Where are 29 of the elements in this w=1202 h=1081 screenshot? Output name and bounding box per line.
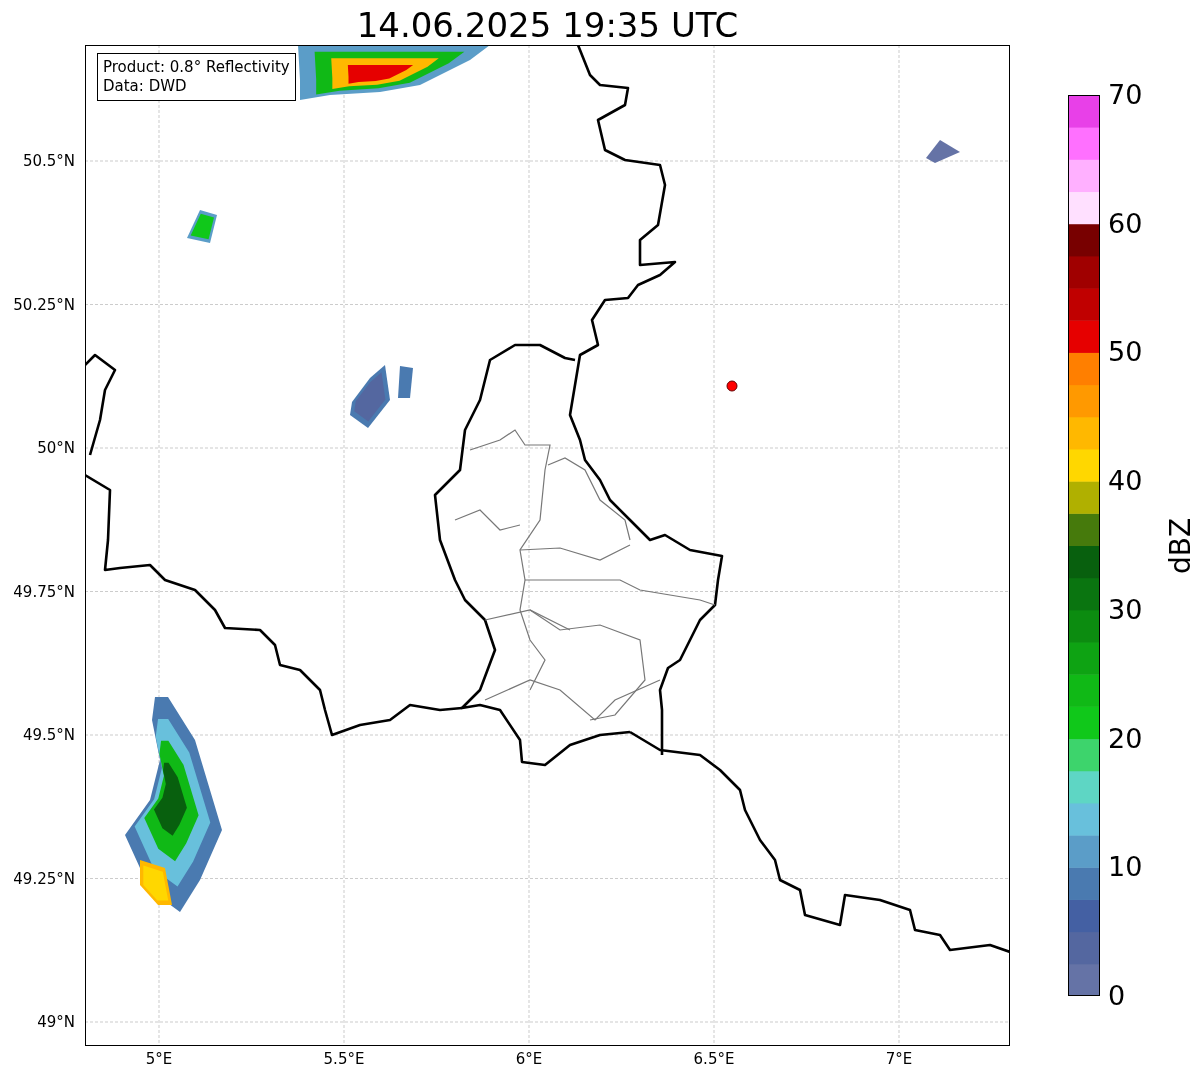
radar-echo [187,210,217,243]
colorbar-tick-label: 60 [1108,208,1143,239]
info-text: Product: 0.8° Reflectivity [103,58,290,77]
axis-label: 49.75°N [13,582,75,601]
colorbar-label: dBZ [1163,516,1198,577]
info-text: Data: DWD [103,77,188,96]
axis-label: 6°E [515,1050,543,1068]
colorbar-tick-label: 0 [1108,981,1126,1011]
axis-label: 6.5°E [693,1050,735,1068]
radar-echo [926,140,960,163]
axis-label: 49.5°N [22,726,75,744]
axis-label: 50°N [37,439,75,457]
radar-echo [350,365,390,428]
colorbar-tick-label: 30 [1108,594,1143,625]
axis-label: 49.25°N [13,869,75,888]
colorbar-tick-label: 40 [1108,466,1143,497]
axis-label: 50.5°N [22,152,75,170]
axis-label: 49°N [37,1013,75,1031]
chart-title: 14.06.2025 19:35 UTC [355,4,740,46]
axis-label: 5°E [145,1050,173,1068]
colorbar-tick-label: 10 [1108,852,1143,883]
colorbar-tick-label: 70 [1108,80,1143,110]
colorbar-tick-label: 50 [1108,337,1143,368]
colorbar-tick-label: 20 [1108,723,1143,754]
axis-label: 5.5°E [323,1050,365,1068]
axis-label: 50.25°N [13,295,75,314]
radar-echo [398,366,413,398]
axis-label: 7°E [885,1050,913,1068]
location-marker-icon [726,380,738,392]
